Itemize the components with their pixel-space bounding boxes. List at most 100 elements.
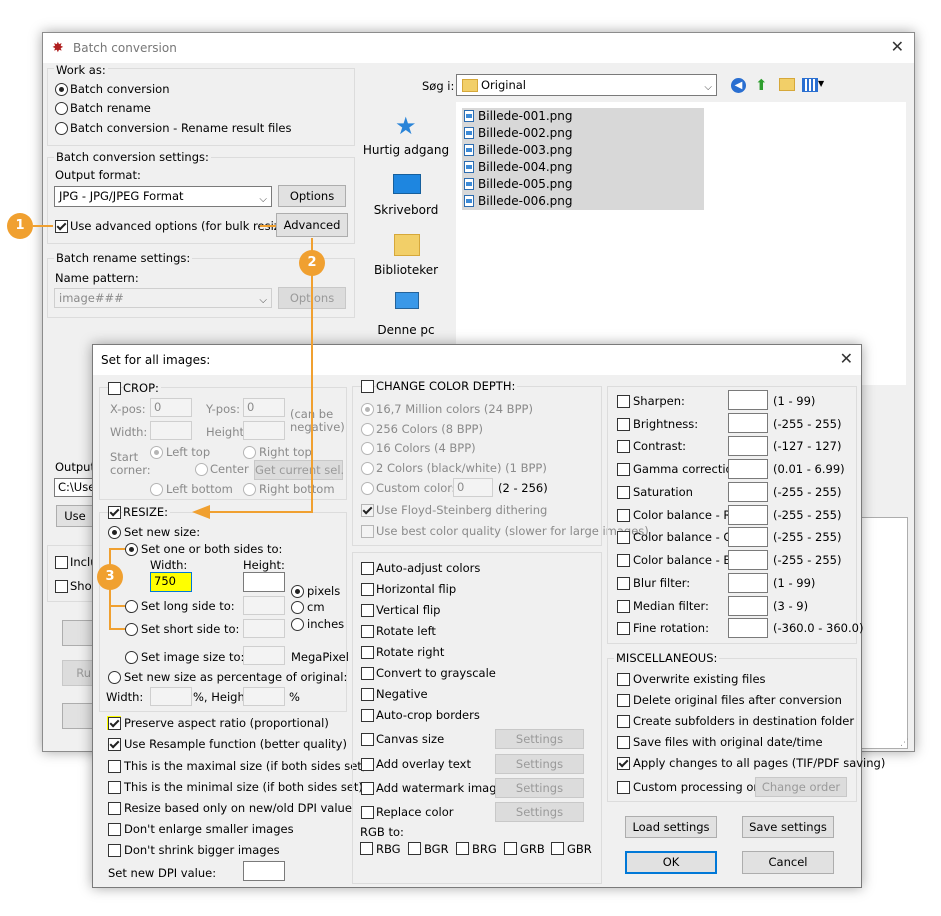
resize-option-checkbox[interactable] <box>108 802 121 815</box>
filter-input[interactable] <box>728 573 768 593</box>
crop-xpos-input[interactable]: 0 <box>150 398 192 417</box>
rgb-option-checkbox[interactable] <box>456 842 469 855</box>
long-side-radio[interactable] <box>125 600 138 613</box>
up-folder-icon[interactable]: ⬆ <box>755 76 768 94</box>
depth-4bpp-radio[interactable] <box>361 442 374 455</box>
file-item[interactable]: Billede-005.png <box>478 177 573 191</box>
unit-inches-radio[interactable] <box>291 618 304 631</box>
crop-width-input[interactable] <box>150 421 192 440</box>
options-button[interactable]: Options <box>278 185 346 207</box>
file-item[interactable]: Billede-003.png <box>478 143 573 157</box>
canvas-settings-button[interactable]: Settings <box>495 729 584 749</box>
adjust-option-checkbox[interactable] <box>361 583 374 596</box>
crop-checkbox[interactable] <box>108 382 121 395</box>
filter-input[interactable] <box>728 459 768 479</box>
resize-option-checkbox[interactable] <box>108 823 121 836</box>
resize-option-checkbox[interactable] <box>108 717 121 730</box>
misc-option-checkbox[interactable] <box>617 757 630 770</box>
misc-option-checkbox[interactable] <box>617 715 630 728</box>
change-order-button[interactable]: Change order <box>755 777 847 797</box>
dialog-close-icon[interactable]: ✕ <box>840 349 853 369</box>
adjust-option-checkbox[interactable] <box>361 688 374 701</box>
filter-checkbox[interactable] <box>617 509 630 522</box>
nav-item-this-pc[interactable]: Denne pc <box>361 323 451 337</box>
output-folder-input[interactable]: C:\User <box>54 478 100 497</box>
resize-grip-icon[interactable]: ⋰ <box>900 738 909 748</box>
adjust-option-checkbox[interactable] <box>361 667 374 680</box>
adjust-option-checkbox[interactable] <box>361 709 374 722</box>
short-side-input[interactable] <box>243 619 285 638</box>
watermark-settings-button[interactable]: Settings <box>495 778 584 798</box>
use-button[interactable]: Use <box>56 505 94 527</box>
filter-checkbox[interactable] <box>617 486 630 499</box>
name-pattern-select[interactable]: image### ⌵ <box>54 288 272 308</box>
adjust-option-checkbox[interactable] <box>361 562 374 575</box>
short-side-radio[interactable] <box>125 623 138 636</box>
folder-select[interactable]: Original ⌵ <box>456 74 717 96</box>
corner-right-top-radio[interactable] <box>243 446 256 459</box>
best-quality-checkbox[interactable] <box>361 525 374 538</box>
filter-input[interactable] <box>728 482 768 502</box>
filter-input[interactable] <box>728 596 768 616</box>
filter-checkbox[interactable] <box>617 463 630 476</box>
set-new-size-radio[interactable] <box>108 526 121 539</box>
radio-batch-conversion[interactable] <box>55 83 68 96</box>
file-item[interactable]: Billede-006.png <box>478 194 573 208</box>
file-item[interactable]: Billede-001.png <box>478 109 573 123</box>
image-size-radio[interactable] <box>125 651 138 664</box>
depth-8bpp-radio[interactable] <box>361 423 374 436</box>
color-depth-checkbox[interactable] <box>361 380 374 393</box>
watermark-checkbox[interactable] <box>361 782 374 795</box>
filter-input[interactable] <box>728 550 768 570</box>
filter-checkbox[interactable] <box>617 395 630 408</box>
resize-option-checkbox[interactable] <box>108 844 121 857</box>
floyd-steinberg-checkbox[interactable] <box>361 504 374 517</box>
pct-height-input[interactable] <box>243 687 285 706</box>
custom-order-checkbox[interactable] <box>617 781 630 794</box>
resize-height-input[interactable] <box>243 572 285 592</box>
file-item[interactable]: Billede-002.png <box>478 126 573 140</box>
crop-height-input[interactable] <box>243 421 285 440</box>
corner-right-bottom-radio[interactable] <box>243 483 256 496</box>
cancel-button[interactable]: Cancel <box>742 851 834 874</box>
rename-options-button[interactable]: Options <box>278 287 346 309</box>
overlay-text-checkbox[interactable] <box>361 758 374 771</box>
dpi-input[interactable] <box>243 861 285 881</box>
corner-left-bottom-radio[interactable] <box>150 483 163 496</box>
crop-ypos-input[interactable]: 0 <box>243 398 285 417</box>
misc-option-checkbox[interactable] <box>617 673 630 686</box>
radio-batch-rename[interactable] <box>55 102 68 115</box>
adjust-option-checkbox[interactable] <box>361 625 374 638</box>
custom-colors-radio[interactable] <box>361 482 374 495</box>
filter-checkbox[interactable] <box>617 577 630 590</box>
replace-color-settings-button[interactable]: Settings <box>495 802 584 822</box>
resize-option-checkbox[interactable] <box>108 738 121 751</box>
resize-width-input[interactable]: 750 <box>150 572 192 592</box>
filter-checkbox[interactable] <box>617 600 630 613</box>
long-side-input[interactable] <box>243 596 285 615</box>
rgb-option-checkbox[interactable] <box>504 842 517 855</box>
load-settings-button[interactable]: Load settings <box>625 816 717 838</box>
rgb-option-checkbox[interactable] <box>408 842 421 855</box>
main-close-icon[interactable]: ✕ <box>891 37 904 57</box>
resize-option-checkbox[interactable] <box>108 760 121 773</box>
filter-input[interactable] <box>728 413 768 433</box>
filter-input[interactable] <box>728 436 768 456</box>
libraries-icon[interactable] <box>394 234 420 256</box>
rgb-option-checkbox[interactable] <box>360 842 373 855</box>
filter-checkbox[interactable] <box>617 554 630 567</box>
filter-input[interactable] <box>728 618 768 638</box>
image-size-input[interactable] <box>243 646 285 665</box>
rgb-option-checkbox[interactable] <box>551 842 564 855</box>
filter-input[interactable] <box>728 505 768 525</box>
canvas-size-checkbox[interactable] <box>361 733 374 746</box>
radio-conversion-rename[interactable] <box>55 122 68 135</box>
custom-colors-input[interactable]: 0 <box>453 478 493 497</box>
misc-option-checkbox[interactable] <box>617 736 630 749</box>
advanced-options-checkbox[interactable] <box>55 220 68 233</box>
back-icon[interactable]: ◀ <box>731 78 746 93</box>
nav-item-libraries[interactable]: Biblioteker <box>361 263 451 277</box>
percentage-radio[interactable] <box>108 671 121 684</box>
this-pc-icon[interactable] <box>395 292 419 309</box>
nav-item-desktop[interactable]: Skrivebord <box>361 203 451 217</box>
